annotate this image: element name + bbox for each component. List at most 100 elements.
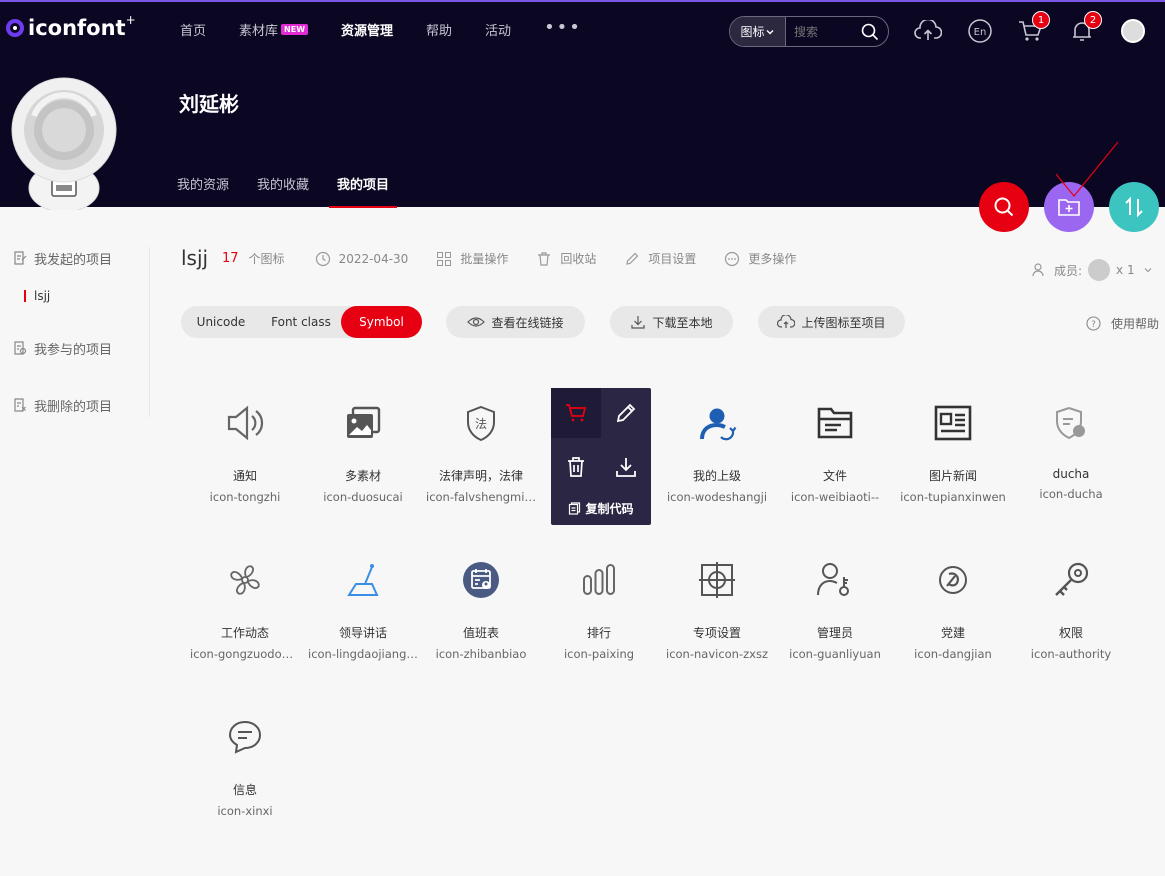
members-icon [1032,263,1044,277]
tab-my-projects[interactable]: 我的项目 [329,174,398,208]
icon-code: icon-authority [1030,647,1112,661]
icon-card[interactable]: 多素材 icon-duosucai [304,388,422,545]
edit-icon-button[interactable] [601,388,651,438]
icon-grid: 通知 icon-tongzhi 多素材 icon-duosucai 法 法律声明… [186,388,1130,859]
pencil-icon [626,252,639,265]
tab-my-resources[interactable]: 我的资源 [177,174,229,208]
sidebar-item-joined[interactable]: 我参与的项目 [0,338,150,358]
sidebar: 我发起的项目 lsjj 我参与的项目 我删除的项目 [0,240,150,415]
recycle-bin-button[interactable]: 回收站 [536,250,596,267]
clock-icon [315,251,330,266]
speaker-icon [220,398,270,448]
sidebar-item-lsjj[interactable]: lsjj [0,286,150,306]
copy-code-button[interactable]: 复制代码 [551,495,651,521]
nav-more-icon[interactable]: ••• [544,17,582,38]
inspection-shield-icon [1046,398,1096,448]
svg-text:法: 法 [475,417,487,431]
icon-card[interactable]: 领导讲话 icon-lingdaojianghua [304,545,422,702]
view-online-link-label: 查看在线链接 [491,315,564,330]
language-icon[interactable]: En [966,17,994,45]
nav-activity[interactable]: 活动 [485,20,511,39]
project-settings-label: 项目设置 [648,252,697,266]
add-to-cart-button[interactable] [551,388,601,438]
members-label: 成员: [1054,263,1083,278]
more-actions-button[interactable]: 更多操作 [724,250,796,267]
icon-count-unit: 个图标 [248,252,285,266]
nav-home[interactable]: 首页 [180,20,206,39]
cloud-upload-icon [777,315,796,328]
nav-resources[interactable]: 资源管理 [341,20,393,39]
search-type-select[interactable]: 图标 [730,17,786,46]
search-fab[interactable] [979,182,1029,232]
podium-mic-icon [338,555,388,605]
icon-card[interactable]: 党建 icon-dangjian [894,545,1012,702]
view-online-link-button[interactable]: 查看在线链接 [446,306,585,338]
download-button[interactable]: 下载至本地 [610,306,733,338]
sidebar-item-deleted[interactable]: 我删除的项目 [0,395,150,415]
icon-card[interactable]: 通知 icon-tongzhi [186,388,304,545]
icon-card[interactable]: 管理员 icon-guanliyuan [776,545,894,702]
user-avatar[interactable] [1121,19,1145,43]
logo-icon [6,19,24,37]
icon-name: 领导讲话 [338,626,387,640]
icon-name: 法律声明，法律 [438,469,523,483]
search-input[interactable] [786,24,861,39]
format-switch: Unicode Font class Symbol [181,306,422,338]
key-icon [1046,555,1096,605]
icon-name: 我的上级 [692,469,741,483]
icon-name: 排行 [586,626,611,640]
icon-name: 通知 [232,469,257,483]
question-icon: ? [1086,316,1101,331]
icon-card[interactable]: 图片新闻 icon-tupianxinwen [894,388,1012,545]
icon-card[interactable]: 信息 icon-xinxi [186,702,304,859]
help-link[interactable]: ? 使用帮助 [1086,315,1159,332]
bell-icon[interactable]: 2 [1068,11,1102,45]
cloud-upload-icon[interactable] [914,17,942,45]
news-icon [928,398,978,448]
format-font-class[interactable]: Font class [261,306,341,338]
icon-card[interactable]: 权限 icon-authority [1012,545,1130,702]
nav-help[interactable]: 帮助 [426,20,452,39]
icon-card[interactable]: 专项设置 icon-navicon-zxsz [658,545,776,702]
icon-count: 17 个图标 [222,250,285,267]
fan-icon [220,555,270,605]
recycle-bin-label: 回收站 [560,252,597,266]
folder-icon [810,398,860,448]
members-dropdown[interactable]: 成员: x 1 [1032,259,1153,281]
icon-code: icon-paixing [563,647,635,661]
sidebar-item-started[interactable]: 我发起的项目 [0,248,150,268]
tab-my-favorites[interactable]: 我的收藏 [257,174,309,208]
format-symbol[interactable]: Symbol [341,306,422,338]
icon-card[interactable]: 文件 icon-weibiaoti-- [776,388,894,545]
icon-card[interactable]: 值班表 icon-zhibanbiao [422,545,540,702]
icon-code: icon-navicon-zxsz [666,647,768,661]
download-icon [616,458,636,477]
icon-code: icon-wodeshangji [666,490,768,504]
icon-code: icon-gongzuodongtai [190,647,300,661]
profile-tabs: 我的资源 我的收藏 我的项目 [177,174,417,208]
icon-card[interactable]: 法 法律声明，法律 icon-falvshengming [422,388,540,545]
icon-card[interactable]: 我的上级 icon-wodeshangji [658,388,776,545]
icon-code: icon-falvshengming [426,490,536,504]
logo[interactable]: iconfont + [6,13,136,40]
search-icon[interactable] [861,23,879,41]
nav-library[interactable]: 素材库 NEW [239,20,309,39]
eye-icon [467,317,486,327]
format-unicode[interactable]: Unicode [181,306,261,338]
icon-card[interactable]: ducha icon-ducha [1012,388,1130,545]
icon-card[interactable]: 排行 icon-paixing [540,545,658,702]
icon-name: 值班表 [462,626,499,640]
ranking-bars-icon [574,555,624,605]
delete-icon-button[interactable] [551,442,601,492]
upload-icons-button[interactable]: 上传图标至项目 [758,306,905,338]
download-icon-button[interactable] [601,442,651,492]
cart-icon[interactable]: 1 [1016,11,1050,45]
cart-icon [566,404,587,422]
icon-card[interactable]: 工作动态 icon-gongzuodongtai [186,545,304,702]
icon-code: icon-weibiaoti-- [790,490,880,504]
download-icon [631,316,646,329]
project-settings-button[interactable]: 项目设置 [624,250,696,267]
icon-name: 管理员 [816,626,853,640]
batch-operation-button[interactable]: 批量操作 [436,250,508,267]
icon-count-value: 17 [222,251,239,266]
